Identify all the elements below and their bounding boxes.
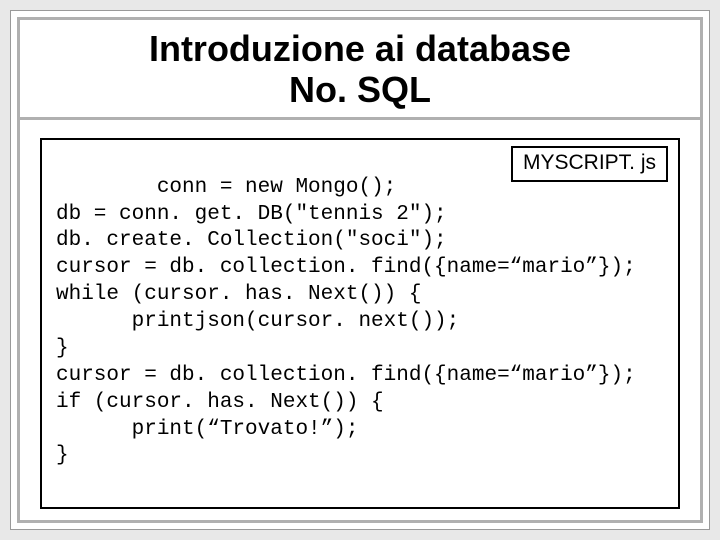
code-text: conn = new Mongo(); db = conn. get. DB("… (56, 176, 636, 468)
title-line-1: Introduzione ai database (149, 28, 571, 69)
slide-frame: Introduzione ai database No. SQL MYSCRIP… (17, 17, 703, 523)
content-area: MYSCRIPT. jsconn = new Mongo(); db = con… (20, 120, 700, 529)
slide: Introduzione ai database No. SQL MYSCRIP… (10, 10, 710, 530)
title-area: Introduzione ai database No. SQL (20, 20, 700, 120)
code-box: MYSCRIPT. jsconn = new Mongo(); db = con… (40, 138, 680, 509)
slide-title: Introduzione ai database No. SQL (40, 28, 680, 111)
title-line-2: No. SQL (289, 69, 431, 110)
filename-badge: MYSCRIPT. js (511, 146, 668, 182)
